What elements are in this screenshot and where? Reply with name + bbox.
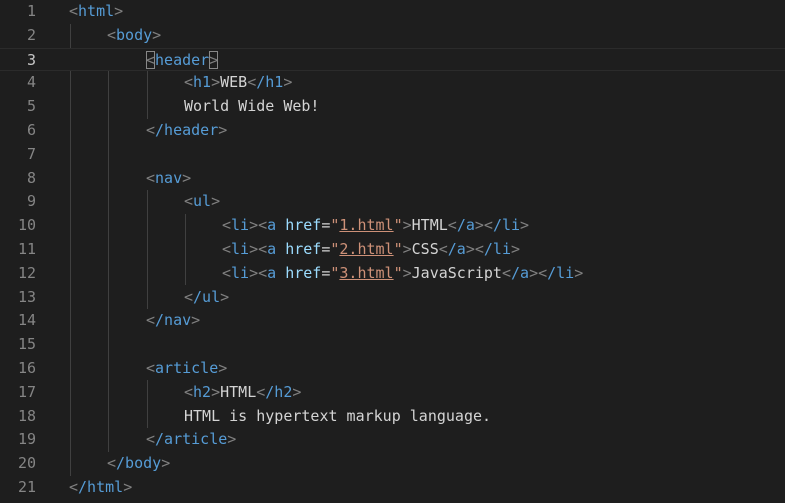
code-editor[interactable]: 1 <html> 2 <body> 3 <header> 4 <h1>WEB</… bbox=[0, 0, 785, 503]
line-number: 14 bbox=[17, 311, 36, 330]
code-text: </html> bbox=[69, 478, 133, 496]
code-text: </article> bbox=[146, 430, 237, 449]
line-number: 2 bbox=[26, 25, 36, 44]
code-text: <h2>HTML</h2> bbox=[184, 382, 302, 401]
code-line-active[interactable]: 3 <header> bbox=[0, 47, 785, 72]
code-line[interactable]: 10 <li><a href="1.html">HTML</a></li> bbox=[0, 214, 785, 238]
line-number: 12 bbox=[17, 263, 36, 282]
code-line[interactable]: 17 <h2>HTML</h2> bbox=[0, 381, 785, 405]
code-text: </ul> bbox=[184, 287, 230, 306]
line-number: 5 bbox=[26, 97, 36, 116]
code-text: <li><a href="1.html">HTML</a></li> bbox=[222, 216, 530, 235]
line-number: 13 bbox=[17, 287, 36, 306]
code-line[interactable]: 4 <h1>WEB</h1> bbox=[0, 71, 785, 95]
line-number: 20 bbox=[17, 454, 36, 473]
code-line[interactable]: 18 HTML is hypertext markup language. bbox=[0, 405, 785, 429]
code-line[interactable]: 15 bbox=[0, 333, 785, 357]
line-number: 15 bbox=[17, 335, 36, 354]
line-number: 17 bbox=[17, 382, 36, 401]
line-number: 4 bbox=[26, 73, 36, 92]
code-line[interactable]: 12 <li><a href="3.html">JavaScript</a></… bbox=[0, 262, 785, 286]
code-text: <nav> bbox=[146, 168, 192, 187]
line-number: 1 bbox=[26, 2, 36, 20]
line-number: 8 bbox=[26, 168, 36, 187]
code-text: <h1>WEB</h1> bbox=[184, 73, 293, 92]
line-number: 10 bbox=[17, 216, 36, 235]
line-number: 21 bbox=[17, 478, 36, 496]
bracket-match: < bbox=[146, 50, 156, 69]
code-text: <article> bbox=[146, 359, 228, 377]
code-line[interactable]: 7 bbox=[0, 143, 785, 167]
code-line[interactable]: 20 </body> bbox=[0, 452, 785, 476]
code-text: </nav> bbox=[146, 311, 201, 330]
line-number: 3 bbox=[26, 50, 36, 69]
code-text: HTML is hypertext markup language. bbox=[184, 406, 492, 425]
link-href[interactable]: 3.html bbox=[339, 264, 393, 282]
link-href[interactable]: 2.html bbox=[339, 240, 393, 258]
code-text: <ul> bbox=[184, 192, 221, 211]
code-line[interactable]: 21 </html> bbox=[0, 476, 785, 500]
code-line[interactable]: 9 <ul> bbox=[0, 190, 785, 214]
line-number: 16 bbox=[17, 359, 36, 377]
code-text: <body> bbox=[107, 25, 162, 44]
code-line[interactable]: 1 <html> bbox=[0, 0, 785, 24]
code-line[interactable]: 13 </ul> bbox=[0, 286, 785, 310]
code-line[interactable]: 14 </nav> bbox=[0, 309, 785, 333]
code-text: </body> bbox=[107, 454, 171, 473]
code-line[interactable]: 8 <nav> bbox=[0, 167, 785, 191]
link-href[interactable]: 1.html bbox=[339, 216, 393, 234]
bracket-match: > bbox=[209, 50, 219, 69]
line-number: 9 bbox=[26, 192, 36, 211]
line-number: 11 bbox=[17, 240, 36, 258]
code-text: <header> bbox=[146, 50, 219, 69]
code-line[interactable]: 11 <li><a href="2.html">CSS</a></li> bbox=[0, 238, 785, 262]
code-line[interactable]: 19 </article> bbox=[0, 428, 785, 452]
line-number: 18 bbox=[17, 406, 36, 425]
line-number: 6 bbox=[26, 121, 36, 139]
code-line[interactable]: 6 </header> bbox=[0, 119, 785, 143]
code-text: </header> bbox=[146, 121, 228, 139]
code-text: <li><a href="3.html">JavaScript</a></li> bbox=[222, 263, 584, 282]
line-number: 19 bbox=[17, 430, 36, 449]
code-text: <html> bbox=[69, 2, 124, 20]
code-text: <li><a href="2.html">CSS</a></li> bbox=[222, 240, 521, 258]
code-line[interactable]: 2 <body> bbox=[0, 24, 785, 48]
code-line[interactable]: 5 World Wide Web! bbox=[0, 95, 785, 119]
line-number: 7 bbox=[26, 144, 36, 163]
code-line[interactable]: 16 <article> bbox=[0, 357, 785, 381]
code-text: World Wide Web! bbox=[184, 97, 320, 116]
